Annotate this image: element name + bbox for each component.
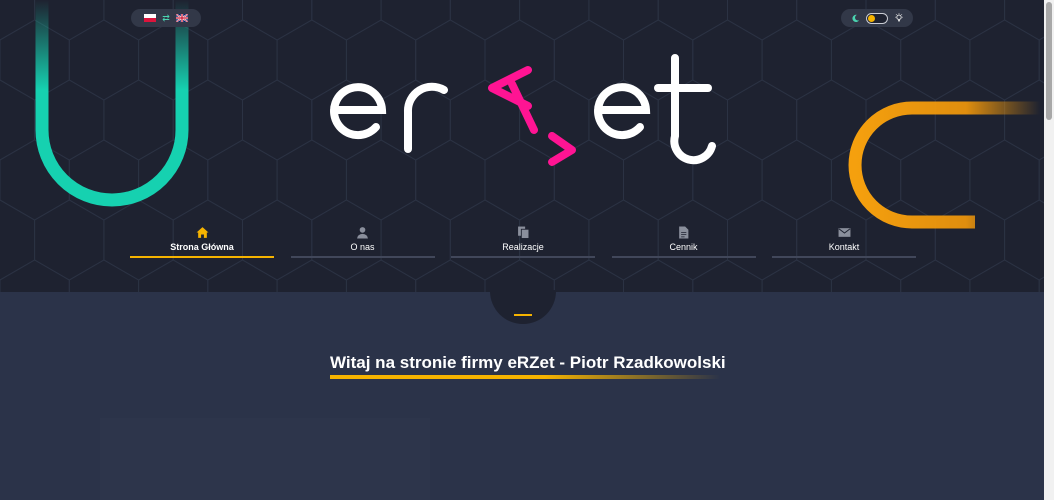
user-icon [357, 227, 368, 239]
nav-item-pricing[interactable]: Cennik [611, 226, 756, 258]
nav-label: O nas [350, 242, 375, 252]
nav-label: Realizacje [502, 242, 544, 252]
page-scrollbar[interactable] [1044, 0, 1054, 500]
nav-label: Strona Główna [170, 242, 234, 252]
hero-header: ⇄ Strona Główna O nas Realizacje Cennik … [0, 0, 1044, 292]
swap-arrows-icon: ⇄ [162, 13, 170, 23]
moon-icon [851, 14, 859, 22]
nav-label: Kontakt [828, 242, 860, 252]
scroll-indicator-line [514, 314, 532, 316]
nav-label: Cennik [669, 242, 698, 252]
scroll-down-tab[interactable] [490, 290, 556, 324]
nav-item-projects[interactable]: Realizacje [451, 226, 595, 258]
orange-c-shape [848, 101, 1040, 229]
home-icon [196, 227, 208, 238]
document-icon [679, 226, 689, 239]
nav-item-contact[interactable]: Kontakt [772, 226, 916, 258]
scrollbar-thumb[interactable] [1046, 2, 1052, 120]
theme-switch[interactable] [865, 12, 888, 24]
welcome-section: Witaj na stronie firmy eRZet - Piotr Rza… [330, 352, 726, 379]
envelope-icon [838, 228, 850, 237]
teal-u-shape [35, 0, 189, 207]
polish-flag-icon[interactable] [144, 14, 157, 22]
uk-flag-icon[interactable] [175, 14, 188, 22]
nav-item-about[interactable]: O nas [290, 226, 435, 258]
content-panel [100, 418, 430, 500]
sun-icon [894, 13, 903, 22]
welcome-title: Witaj na stronie firmy eRZet - Piotr Rza… [330, 353, 726, 372]
nav-item-home[interactable]: Strona Główna [130, 226, 274, 258]
theme-toggle[interactable] [841, 9, 913, 27]
language-switcher[interactable]: ⇄ [131, 9, 201, 27]
files-icon [517, 226, 529, 239]
main-nav: Strona Główna O nas Realizacje Cennik Ko… [130, 226, 916, 258]
title-underline [330, 375, 720, 379]
theme-switch-knob [867, 14, 875, 22]
erzet-logo[interactable] [320, 50, 730, 170]
